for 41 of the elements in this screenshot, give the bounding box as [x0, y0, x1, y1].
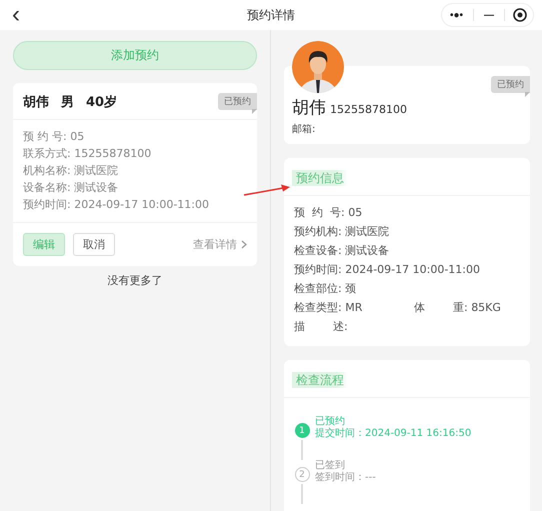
status-badge: 已预约: [491, 76, 530, 93]
info-row-text: 检查类型: MR: [294, 301, 364, 315]
avatar-icon: [292, 41, 344, 93]
back-button[interactable]: ‹: [8, 5, 24, 25]
info-row: 预约机构: 测试医院: [294, 225, 390, 239]
info-row-text: 预约时间: 2024-09-17 10:00-11:00: [23, 198, 210, 212]
step-title: 已签到: [315, 460, 346, 472]
info-row-text: 设备名称: 测试设备: [23, 181, 120, 195]
patient-age: 40岁: [86, 94, 118, 111]
info-row: 预 约 号: 05: [294, 206, 362, 220]
email-label: 邮箱:: [292, 122, 316, 136]
no-more-text: 没有更多了: [106, 273, 164, 288]
chevron-icon: [241, 240, 247, 249]
section-title: 检查流程: [292, 372, 348, 388]
info-row: 描 述:: [294, 320, 348, 334]
step-number: 2: [294, 467, 310, 482]
section-title: 预约信息: [292, 170, 348, 186]
info-row-text: 机构名称: 测试医院: [23, 164, 120, 178]
more-button[interactable]: •●•: [448, 10, 465, 20]
info-row: 预约时间: 2024-09-17 10:00-11:00: [294, 263, 480, 277]
profile-name: 胡伟: [292, 98, 326, 118]
profile-phone: 15255878100: [330, 103, 407, 116]
status-badge: 已预约: [218, 93, 257, 110]
info-row-text: 联系方式: 15255878100: [23, 147, 152, 161]
fold-icon: [525, 92, 530, 97]
info-row: 检查设备: 测试设备: [294, 244, 390, 258]
page-title: 预约详情: [247, 6, 295, 24]
step-title: 已预约: [315, 416, 346, 428]
annotation-arrow: [243, 183, 291, 197]
step-number: 1: [294, 423, 310, 438]
close-target-icon[interactable]: [513, 8, 527, 22]
patient-gender: 男: [61, 94, 74, 111]
cancel-button[interactable]: 取消: [73, 233, 115, 256]
fold-icon: [252, 109, 257, 114]
info-row-text: 预 约 号: 05: [23, 130, 86, 144]
info-row: 体 重: 85KG: [414, 301, 501, 315]
step-time: 提交时间：2024-09-11 16:16:50: [315, 428, 472, 440]
step-time: 签到时间：---: [315, 472, 376, 484]
info-row: 检查部位: 颈: [294, 282, 356, 296]
patient-name: 胡伟: [23, 94, 49, 111]
minimize-button[interactable]: —: [482, 10, 496, 20]
